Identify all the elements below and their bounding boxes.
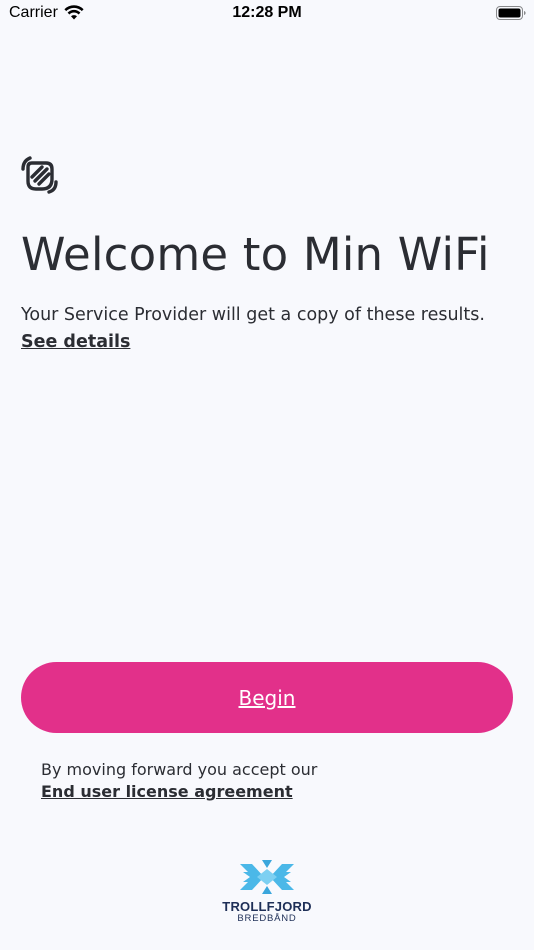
trollfjord-logo-icon — [240, 860, 294, 894]
accept-text: By moving forward you accept our — [41, 760, 318, 779]
brand-name: TROLLFJORD — [222, 899, 312, 914]
begin-button[interactable]: Begin — [21, 662, 513, 733]
brand-subtitle: BREDBÅND — [237, 913, 297, 924]
brand-logo: TROLLFJORD BREDBÅND — [0, 860, 534, 924]
intro-text: Your Service Provider will get a copy of… — [21, 305, 485, 325]
see-details-link[interactable]: See details — [21, 332, 130, 352]
eula-link[interactable]: End user license agreement — [41, 782, 293, 801]
status-bar: Carrier 12:28 PM — [0, 0, 534, 30]
clock: 12:28 PM — [232, 4, 302, 21]
battery-icon — [496, 6, 526, 25]
waving-hand-icon — [20, 155, 60, 199]
page-title: Welcome to Min WiFi — [21, 228, 490, 281]
